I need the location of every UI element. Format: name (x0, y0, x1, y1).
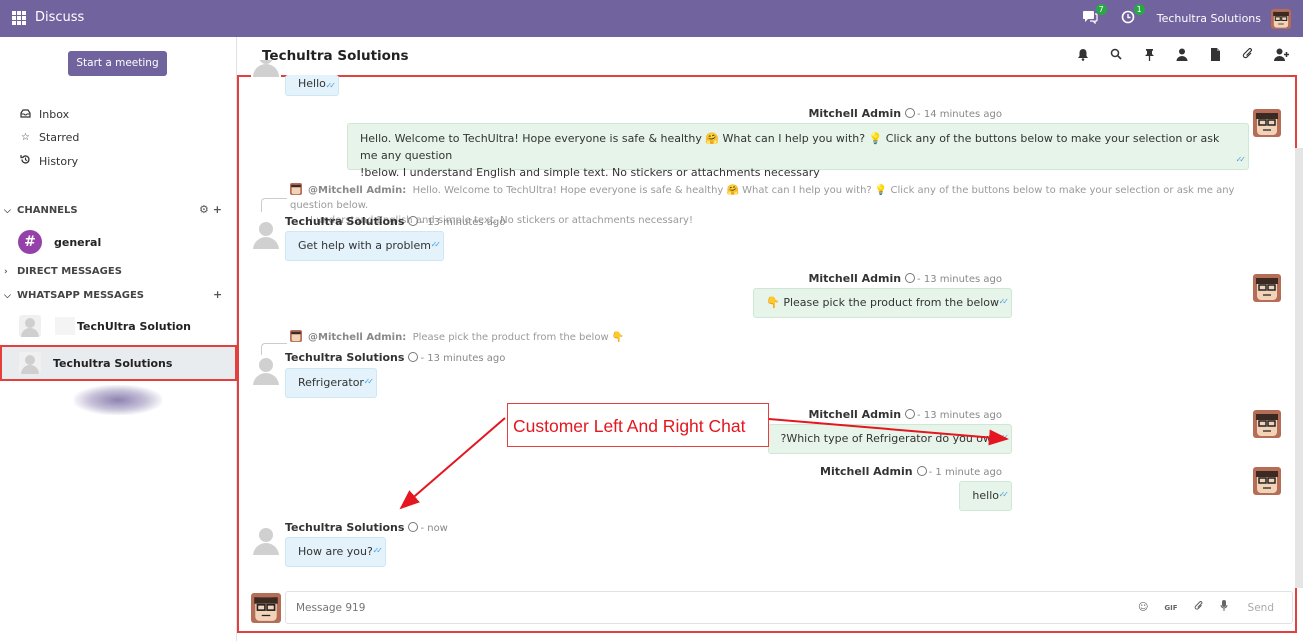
message-author: Mitchell Admin - 14 minutes ago (808, 107, 1002, 120)
messages-icon[interactable]: 7 (1081, 3, 1107, 28)
message-bubble-left: Get help with a problem ✓✓ (285, 231, 444, 261)
add-member-icon[interactable] (1273, 48, 1289, 64)
current-user-avatar (251, 593, 281, 623)
admin-avatar (290, 183, 302, 195)
whatsapp-icon (905, 108, 916, 118)
scrollbar[interactable] (1295, 148, 1303, 588)
message-author: Techultra Solutions - 13 minutes ago (285, 351, 506, 364)
activity-badge: 1 (1133, 3, 1145, 15)
thread-toolbar (1058, 48, 1289, 64)
emoji-icon[interactable]: ☺ (1138, 602, 1148, 613)
user-avatar[interactable] (1271, 8, 1291, 29)
double-check-icon: ✓✓ (430, 240, 442, 249)
whatsapp-icon (408, 522, 419, 532)
admin-avatar (1253, 467, 1281, 495)
message-bubble-left: How are you? ✓✓ (285, 537, 386, 567)
message-text: !below. I understand English and simple … (360, 166, 820, 179)
customer-avatar (251, 60, 281, 77)
message-bubble-right: hello ✓✓ (959, 481, 1012, 511)
bell-icon[interactable] (1075, 48, 1091, 64)
customer-avatar (251, 525, 281, 555)
message-bubble-left: Refrigerator ✓✓ (285, 368, 377, 398)
paperclip-icon[interactable] (1194, 600, 1204, 615)
double-check-icon: ✓✓ (998, 297, 1010, 306)
message-list: Hello ✓✓ Mitchell Admin - 14 minutes ago H… (0, 0, 1281, 604)
whatsapp-icon (905, 409, 916, 419)
annotation-label: Customer Left And Right Chat (507, 403, 769, 447)
message-bubble-right: ?Which type of Refrigerator do you own ✓✓ (767, 424, 1012, 454)
activity-clock-icon[interactable]: 1 (1119, 3, 1145, 28)
message-author: Mitchell Admin - 13 minutes ago (808, 272, 1002, 285)
admin-avatar (1253, 274, 1281, 302)
message-text: Refrigerator (298, 376, 364, 389)
message-text: How are you? (298, 545, 373, 558)
message-bubble-left: Hello ✓✓ (285, 75, 339, 96)
member-icon[interactable] (1174, 48, 1190, 64)
double-check-icon: ✓✓ (998, 433, 1010, 442)
message-text: Hello (298, 77, 326, 90)
message-author: Techultra Solutions - 13 minutes ago (285, 215, 506, 228)
whatsapp-icon (916, 466, 927, 476)
double-check-icon: ✓✓ (325, 81, 336, 90)
double-check-icon: ✓✓ (998, 490, 1010, 499)
company-switcher[interactable]: Techultra Solutions (1157, 12, 1261, 25)
whatsapp-icon (408, 216, 419, 226)
pin-icon[interactable] (1141, 48, 1157, 64)
message-author: Mitchell Admin - 13 minutes ago (808, 408, 1002, 421)
messages-badge: 7 (1095, 3, 1107, 15)
message-bubble-right: 👇 Please pick the product from the below… (753, 288, 1012, 318)
microphone-icon[interactable] (1220, 600, 1228, 615)
admin-avatar (1253, 410, 1281, 438)
message-input[interactable] (296, 599, 896, 617)
message-author: Techultra Solutions - now (285, 521, 448, 534)
message-text: Hello. Welcome to TechUltra! Hope everyo… (360, 132, 1220, 162)
gif-button[interactable]: GIF (1164, 604, 1177, 612)
message-text: Get help with a problem (298, 239, 431, 252)
whatsapp-icon (905, 273, 916, 283)
send-button[interactable]: Send (1248, 602, 1274, 614)
admin-avatar (1253, 109, 1281, 137)
message-text: hello (972, 489, 999, 502)
double-check-icon: ✓✓ (363, 377, 375, 386)
double-check-icon: ✓✓ (372, 546, 383, 555)
admin-avatar (290, 330, 302, 342)
message-author: Mitchell Admin - 1 minute ago (820, 465, 1002, 478)
file-icon[interactable] (1207, 48, 1223, 64)
whatsapp-icon (408, 352, 419, 362)
message-bubble-right: Hello. Welcome to TechUltra! Hope everyo… (347, 123, 1249, 179)
double-check-icon: ✓✓ (1235, 155, 1247, 164)
reply-preview[interactable]: @Mitchell Admin: Please pick the product… (290, 330, 624, 345)
customer-avatar (251, 219, 281, 249)
reply-connector (261, 198, 287, 212)
customer-avatar (251, 355, 281, 385)
message-text: 👇 Please pick the product from the below (766, 296, 999, 309)
message-text: ?Which type of Refrigerator do you own (780, 432, 1000, 445)
search-icon[interactable] (1108, 48, 1124, 64)
message-composer: ☺ GIF Send (285, 591, 1293, 624)
paperclip-icon[interactable] (1240, 48, 1256, 64)
